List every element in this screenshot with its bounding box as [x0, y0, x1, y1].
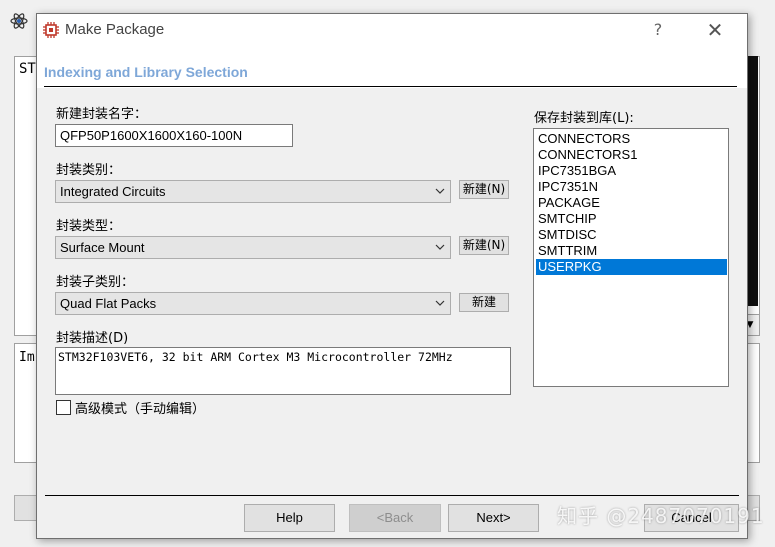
package-type-label: 封装类型： — [56, 219, 122, 234]
library-item-package[interactable]: PACKAGE — [536, 195, 727, 211]
dialog-title: Make Package — [65, 21, 165, 38]
library-item-userpkg[interactable]: USERPKG — [536, 259, 727, 275]
package-description-input[interactable]: STM32F103VET6, 32 bit ARM Cortex M3 Micr… — [55, 347, 511, 395]
new-category-button[interactable]: 新建(N) — [459, 180, 509, 199]
background-bottom-panel-text: Im — [19, 350, 35, 365]
page-heading: Indexing and Library Selection — [44, 64, 248, 80]
new-type-button[interactable]: 新建(N) — [459, 236, 509, 255]
new-subcategory-button[interactable]: 新建 — [459, 293, 509, 312]
dialog-titlebar: Make Package ? ✕ — [37, 14, 747, 46]
background-top-panel-text: ST — [19, 61, 36, 77]
library-item-smtdisc[interactable]: SMTDISC — [536, 227, 727, 243]
header-divider — [44, 86, 737, 87]
back-button[interactable]: <Back — [349, 504, 441, 532]
close-button[interactable]: ✕ — [703, 18, 727, 42]
atom-icon — [10, 13, 28, 29]
chevron-down-icon — [435, 300, 445, 306]
library-item-ipc7351n[interactable]: IPC7351N — [536, 179, 727, 195]
library-item-smtchip[interactable]: SMTCHIP — [536, 211, 727, 227]
library-item-connectors[interactable]: CONNECTORS — [536, 131, 727, 147]
help-title-button[interactable]: ? — [648, 18, 668, 42]
package-type-value: Surface Mount — [60, 240, 145, 255]
library-item-connectors1[interactable]: CONNECTORS1 — [536, 147, 727, 163]
package-category-value: Integrated Circuits — [60, 184, 166, 199]
package-name-input[interactable]: QFP50P1600X1600X160-100N — [55, 124, 293, 147]
footer-divider — [45, 495, 739, 496]
help-button[interactable]: Help — [244, 504, 335, 532]
library-item-smttrim[interactable]: SMTTRIM — [536, 243, 727, 259]
chip-icon — [43, 22, 59, 38]
package-subcategory-value: Quad Flat Packs — [60, 296, 157, 311]
package-subcategory-select[interactable]: Quad Flat Packs — [55, 292, 451, 315]
advanced-mode-label: 高级模式（手动编辑） — [75, 402, 206, 417]
package-type-select[interactable]: Surface Mount — [55, 236, 451, 259]
chevron-down-icon — [435, 188, 445, 194]
package-description-label: 封装描述(D) — [56, 331, 129, 346]
chevron-down-icon — [435, 244, 445, 250]
next-button[interactable]: Next> — [448, 504, 539, 532]
library-item-ipc7351bga[interactable]: IPC7351BGA — [536, 163, 727, 179]
make-package-dialog: Make Package ? ✕ Indexing and Library Se… — [36, 13, 748, 539]
package-name-label: 新建封装名字： — [56, 107, 148, 122]
advanced-mode-checkbox[interactable] — [56, 400, 71, 415]
package-category-label: 封装类别： — [56, 163, 122, 178]
package-subcategory-label: 封装子类别： — [56, 275, 135, 290]
library-list[interactable]: CONNECTORS CONNECTORS1 IPC7351BGA IPC7351N P… — [533, 128, 729, 387]
library-label: 保存封装到库(L): — [534, 111, 634, 126]
watermark: 知乎 @2487070191 — [557, 504, 765, 528]
package-category-select[interactable]: Integrated Circuits — [55, 180, 451, 203]
